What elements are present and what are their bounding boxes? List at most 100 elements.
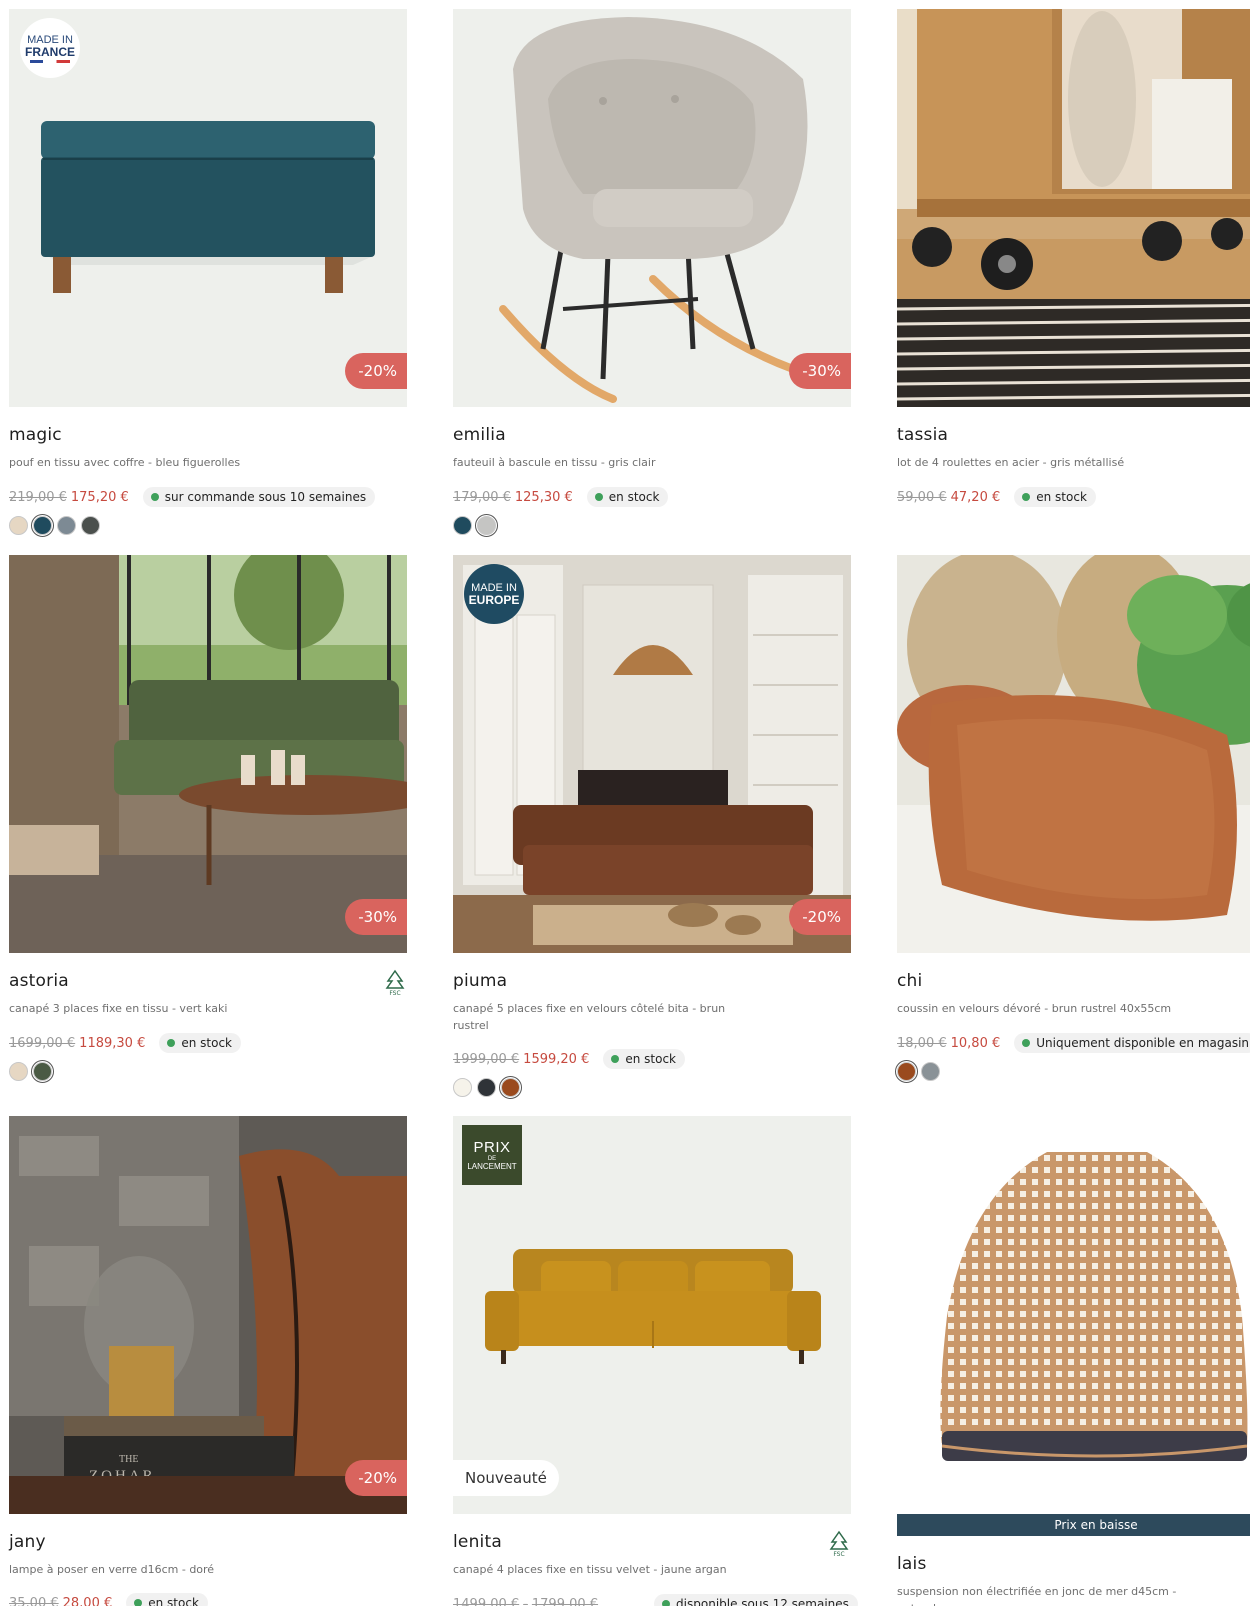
current-price: 125,30 € bbox=[514, 489, 573, 505]
product-image[interactable]: -30% bbox=[9, 555, 407, 953]
product-name[interactable]: emilia bbox=[453, 425, 506, 445]
color-swatch[interactable] bbox=[31, 1060, 54, 1083]
product-image[interactable]: -30% bbox=[453, 9, 851, 407]
discount-badge: -20% bbox=[345, 353, 407, 389]
svg-text:FSC: FSC bbox=[389, 990, 400, 997]
old-price: 18,00 € bbox=[897, 1035, 947, 1051]
old-price: 179,00 € bbox=[453, 489, 511, 505]
color-swatch[interactable] bbox=[81, 516, 100, 535]
color-swatch[interactable] bbox=[499, 1076, 522, 1099]
color-swatch[interactable] bbox=[895, 1060, 918, 1083]
old-price: 1999,00 € bbox=[453, 1051, 520, 1067]
stock-dot-icon bbox=[150, 493, 159, 501]
product-name[interactable]: piuma bbox=[453, 971, 507, 991]
product-description: pouf en tissu avec coffre - bleu figuero… bbox=[9, 456, 241, 469]
product-name[interactable]: tassia bbox=[897, 425, 948, 445]
color-swatches bbox=[453, 514, 498, 537]
stock-dot-icon bbox=[1022, 1039, 1031, 1047]
product-name[interactable]: jany bbox=[9, 1532, 46, 1552]
availability-badge: en stock bbox=[1014, 487, 1096, 507]
launch-price-badge: PRIX DE LANCEMENT bbox=[462, 1125, 522, 1185]
product-description: coussin en velours dévoré - brun rustrel… bbox=[897, 1002, 1172, 1015]
price-row: 179,00 € 125,30 € en stock bbox=[453, 487, 669, 507]
availability-badge: en stock bbox=[126, 1593, 208, 1606]
stock-dot-icon bbox=[594, 493, 603, 501]
flag-stripe bbox=[30, 59, 70, 63]
product-image[interactable]: PRIX DE LANCEMENT Nouveauté bbox=[453, 1116, 851, 1514]
stock-dot-icon bbox=[134, 1599, 143, 1606]
product-image[interactable]: MADE IN EUROPE -20% bbox=[453, 555, 851, 953]
availability-badge: Uniquement disponible en magasin bbox=[1014, 1033, 1250, 1053]
discount-badge: -30% bbox=[789, 353, 851, 389]
stock-dot-icon bbox=[1022, 493, 1031, 501]
product-description: suspension non électrifiée en jonc de me… bbox=[897, 1585, 1177, 1606]
product-description: lot de 4 roulettes en acier - gris métal… bbox=[897, 456, 1125, 469]
color-swatches bbox=[453, 1076, 522, 1099]
current-price: 1599,20 € bbox=[523, 1051, 590, 1067]
stock-dot-icon bbox=[662, 1600, 671, 1606]
price-row: 1699,00 € 1189,30 € en stock bbox=[9, 1033, 241, 1053]
current-price: 47,20 € bbox=[950, 489, 1001, 505]
old-price: 35,00 € bbox=[9, 1595, 59, 1606]
made-in-europe-badge: MADE IN EUROPE bbox=[464, 564, 524, 624]
price-row: 1499,00 € - 1799,00 € disponible sous 12… bbox=[453, 1594, 858, 1606]
color-swatch[interactable] bbox=[477, 1078, 496, 1097]
current-price: 175,20 € bbox=[70, 489, 129, 505]
price-row: 59,00 € 47,20 € en stock bbox=[897, 487, 1096, 507]
stock-dot-icon bbox=[167, 1039, 176, 1047]
price-row: 18,00 € 10,80 € Uniquement disponible en… bbox=[897, 1033, 1250, 1053]
stock-dot-icon bbox=[611, 1055, 620, 1063]
product-description: lampe à poser en verre d16cm - doré bbox=[9, 1563, 215, 1576]
color-swatch[interactable] bbox=[9, 1062, 28, 1081]
product-name[interactable]: magic bbox=[9, 425, 62, 445]
price-row: 35,00 € 28,00 € en stock bbox=[9, 1593, 208, 1606]
color-swatch[interactable] bbox=[9, 516, 28, 535]
fsc-logo-icon: FSC bbox=[385, 969, 405, 997]
discount-badge: -30% bbox=[345, 899, 407, 935]
new-tag: Nouveauté bbox=[453, 1460, 559, 1496]
fsc-logo-icon: FSC bbox=[829, 1530, 849, 1558]
old-price: 1699,00 € bbox=[9, 1035, 76, 1051]
product-name[interactable]: chi bbox=[897, 971, 922, 991]
color-swatch[interactable] bbox=[921, 1062, 940, 1081]
color-swatch[interactable] bbox=[453, 1078, 472, 1097]
availability-badge: en stock bbox=[586, 487, 669, 507]
price-separator: - bbox=[523, 1596, 528, 1606]
availability-badge: disponible sous 12 semaines bbox=[654, 1594, 858, 1606]
product-name[interactable]: astoria bbox=[9, 971, 69, 991]
old-price: 59,00 € bbox=[897, 489, 947, 505]
price-drop-banner: Prix en baisse bbox=[897, 1514, 1250, 1536]
product-name[interactable]: lais bbox=[897, 1554, 927, 1574]
product-image[interactable]: THE ZOHAR -20% bbox=[9, 1116, 407, 1514]
product-image[interactable] bbox=[897, 1116, 1250, 1514]
price-row: 219,00 € 175,20 € sur commande sous 10 s… bbox=[9, 487, 376, 507]
current-price: 1799,00 € bbox=[531, 1596, 599, 1606]
availability-badge: sur commande sous 10 semaines bbox=[142, 487, 376, 507]
old-price: 1499,00 € bbox=[453, 1596, 520, 1606]
product-description: fauteuil à bascule en tissu - gris clair bbox=[453, 456, 656, 469]
availability-badge: en stock bbox=[603, 1049, 685, 1069]
discount-badge: -20% bbox=[789, 899, 851, 935]
color-swatches bbox=[9, 1060, 54, 1083]
old-price: 219,00 € bbox=[9, 489, 67, 505]
color-swatch[interactable] bbox=[57, 516, 76, 535]
discount-badge: -20% bbox=[345, 1460, 407, 1496]
color-swatch[interactable] bbox=[475, 514, 498, 537]
product-image[interactable] bbox=[897, 555, 1250, 953]
product-description: canapé 4 places fixe en tissu velvet - j… bbox=[453, 1563, 727, 1576]
color-swatches bbox=[9, 514, 100, 537]
current-price: 1189,30 € bbox=[79, 1035, 146, 1051]
product-description: canapé 3 places fixe en tissu - vert kak… bbox=[9, 1002, 228, 1015]
product-description: canapé 5 places fixe en velours côtelé b… bbox=[453, 1002, 726, 1032]
color-swatch[interactable] bbox=[31, 514, 54, 537]
product-name[interactable]: lenita bbox=[453, 1532, 502, 1552]
color-swatch[interactable] bbox=[453, 516, 472, 535]
made-in-france-badge: MADE IN FRANCE bbox=[20, 18, 80, 78]
product-image[interactable] bbox=[897, 9, 1250, 407]
price-row: 1999,00 € 1599,20 € en stock bbox=[453, 1049, 685, 1069]
svg-text:FSC: FSC bbox=[833, 1551, 844, 1558]
availability-badge: en stock bbox=[159, 1033, 241, 1053]
color-swatches bbox=[895, 1060, 940, 1083]
product-image[interactable]: MADE IN FRANCE -20% bbox=[9, 9, 407, 407]
current-price: 10,80 € bbox=[950, 1035, 1001, 1051]
